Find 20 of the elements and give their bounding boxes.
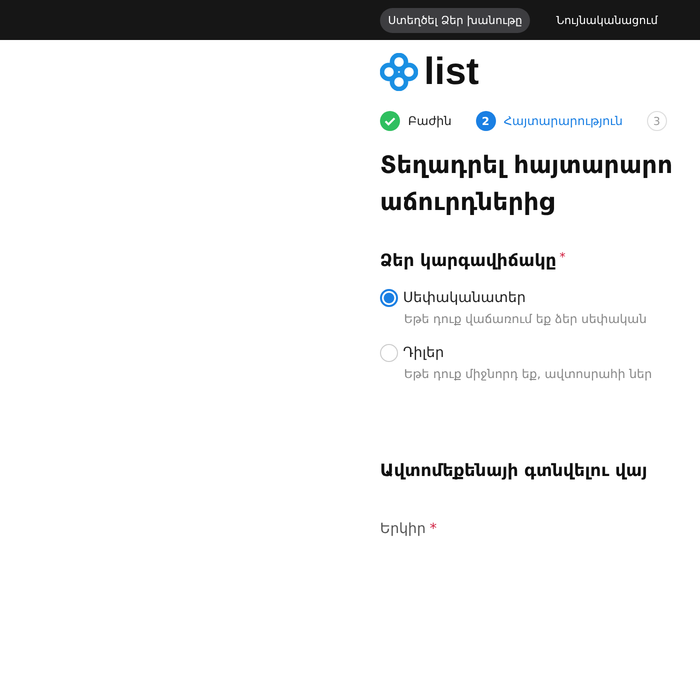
step-label[interactable]: Հայտարարություն bbox=[504, 114, 623, 128]
page-title: Տեղադրել հայտարարո աճուրդներից bbox=[380, 150, 674, 218]
nav-link[interactable]: Ստեղծել Ձեր խանութը bbox=[380, 8, 530, 32]
nav-link[interactable]: Նույնականացում bbox=[548, 8, 666, 32]
field-label: Ձեր կարգավիճակը bbox=[380, 251, 556, 271]
section-heading: Ավտոմեքենայի գտնվելու վայ bbox=[380, 461, 648, 481]
step-number: 3 bbox=[646, 111, 667, 131]
step-label[interactable]: Բաժին bbox=[408, 114, 452, 128]
step-number: 2 bbox=[476, 111, 496, 131]
required-mark: * bbox=[559, 251, 566, 263]
radio-label: Դիլեր bbox=[403, 345, 444, 361]
radio-label: Սեփականատեր bbox=[403, 290, 526, 306]
required-mark: * bbox=[430, 521, 437, 537]
radio-button[interactable] bbox=[380, 344, 398, 362]
logo-icon bbox=[380, 53, 418, 91]
option-hint: Եթե դուք միջնորդ եք, ավտոսրահի ներ bbox=[404, 367, 654, 381]
logo-text: list bbox=[424, 53, 479, 91]
radio-button[interactable] bbox=[380, 289, 398, 307]
option-hint: Եթե դուք վաճառում եք ձեր սեփական bbox=[404, 312, 648, 326]
field-label: Երկիր bbox=[380, 521, 426, 537]
